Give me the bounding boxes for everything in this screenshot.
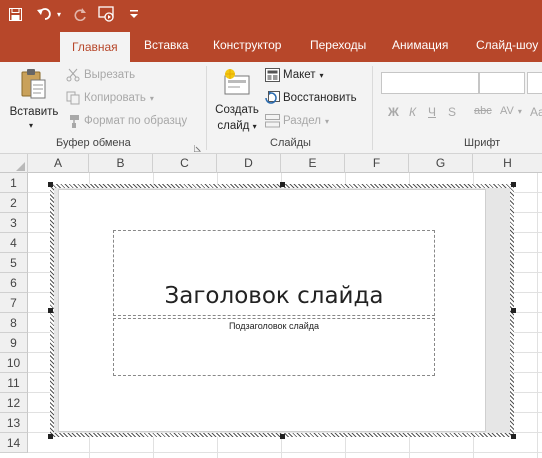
redo-icon[interactable]	[72, 4, 88, 24]
resize-handle[interactable]	[511, 434, 516, 439]
slide[interactable]: Заголовок слайда Подзаголовок слайда	[58, 189, 486, 432]
strikethrough-button[interactable]: abc	[474, 105, 492, 117]
layout-dropdown-icon[interactable]: ▾	[320, 71, 324, 80]
section-button[interactable]: Раздел ▾	[265, 114, 329, 128]
column-header-bar: A B C D E F G H	[0, 154, 542, 173]
column-header[interactable]: C	[153, 154, 217, 173]
row-header[interactable]: 2	[0, 193, 28, 213]
reset-label: Восстановить	[283, 92, 357, 104]
paste-dropdown-icon[interactable]: ▾	[29, 121, 33, 130]
copy-label: Копировать	[84, 92, 146, 104]
group-separator	[206, 66, 207, 150]
layout-button[interactable]: Макет ▾	[265, 68, 324, 82]
paste-button[interactable]: Вставить ▾	[8, 66, 58, 134]
ribbon-tabs: Главная Вставка Конструктор Переходы Ани…	[0, 28, 542, 62]
column-header[interactable]: H	[473, 154, 542, 173]
tab-transitions[interactable]: Переходы	[310, 28, 366, 62]
font-grow-button[interactable]	[527, 72, 542, 94]
layout-label: Макет	[283, 69, 316, 81]
row-header[interactable]: 6	[0, 273, 28, 293]
reset-icon	[265, 91, 280, 105]
scissors-icon	[66, 68, 80, 82]
save-icon[interactable]	[6, 4, 24, 24]
slide-subtitle: Подзаголовок слайда	[228, 321, 320, 331]
column-header[interactable]: G	[409, 154, 473, 173]
resize-handle[interactable]	[511, 308, 516, 313]
resize-handle[interactable]	[48, 434, 53, 439]
row-header[interactable]: 12	[0, 393, 28, 413]
cut-label: Вырезать	[84, 69, 136, 81]
layout-icon	[265, 68, 280, 82]
subtitle-placeholder[interactable]: Подзаголовок слайда	[113, 318, 435, 376]
italic-button[interactable]: К	[409, 105, 416, 119]
title-placeholder[interactable]: Заголовок слайда	[113, 230, 435, 316]
row-header[interactable]: 14	[0, 433, 28, 453]
font-group-label: Шрифт	[464, 137, 501, 149]
resize-handle[interactable]	[48, 182, 53, 187]
group-separator	[372, 66, 373, 150]
slideshow-from-start-icon[interactable]	[97, 4, 117, 24]
slide-title: Заголовок слайда	[164, 283, 384, 309]
row-header[interactable]: 13	[0, 413, 28, 433]
select-all-corner[interactable]	[0, 154, 28, 173]
char-spacing-button[interactable]: AV ▾	[500, 105, 522, 117]
section-label: Раздел	[283, 115, 322, 127]
cut-button[interactable]: Вырезать	[66, 68, 135, 82]
row-header[interactable]: 4	[0, 233, 28, 253]
format-painter-icon	[66, 114, 80, 128]
paste-label: Вставить	[9, 106, 59, 118]
resize-handle[interactable]	[511, 182, 516, 187]
row-header[interactable]: 5	[0, 253, 28, 273]
row-header[interactable]: 10	[0, 353, 28, 373]
section-icon	[265, 114, 280, 128]
new-slide-icon	[224, 69, 250, 95]
row-header[interactable]: 3	[0, 213, 28, 233]
tab-home[interactable]: Главная	[60, 32, 130, 62]
font-size-combobox[interactable]	[479, 72, 525, 94]
clipboard-launcher-icon[interactable]	[193, 141, 201, 153]
ribbon: Вставить ▾ Вырезать Копировать ▾ Формат …	[0, 62, 542, 154]
tab-slideshow[interactable]: Слайд-шоу	[476, 28, 538, 62]
format-painter-button[interactable]: Формат по образцу	[66, 114, 187, 128]
row-header[interactable]: 7	[0, 293, 28, 313]
underline-button[interactable]: Ч	[428, 105, 436, 119]
quick-access-toolbar: ▾	[0, 0, 542, 28]
bold-button[interactable]: Ж	[388, 105, 399, 119]
tab-design[interactable]: Конструктор	[213, 28, 281, 62]
column-header[interactable]: E	[281, 154, 345, 173]
column-header[interactable]: D	[217, 154, 281, 173]
column-header[interactable]: A	[28, 154, 89, 173]
row-header[interactable]: 8	[0, 313, 28, 333]
resize-handle[interactable]	[280, 182, 285, 187]
new-slide-label-line2: слайд ▾	[217, 120, 257, 132]
row-header[interactable]: 1	[0, 173, 28, 193]
new-slide-button[interactable]: Создать слайд ▾	[212, 66, 262, 136]
clipboard-group-label: Буфер обмена	[56, 137, 131, 149]
copy-button[interactable]: Копировать ▾	[66, 91, 154, 105]
row-header[interactable]: 9	[0, 333, 28, 353]
format-painter-label: Формат по образцу	[84, 115, 188, 127]
new-slide-label-line1: Создать	[215, 104, 259, 116]
slides-group-label: Слайды	[270, 137, 311, 149]
column-header[interactable]: F	[345, 154, 409, 173]
font-name-combobox[interactable]	[381, 72, 479, 94]
customize-qat-icon[interactable]	[128, 4, 140, 24]
resize-handle[interactable]	[280, 434, 285, 439]
resize-handle[interactable]	[48, 308, 53, 313]
change-case-button[interactable]: Aa	[530, 105, 542, 119]
undo-dropdown-icon[interactable]: ▾	[55, 4, 63, 24]
reset-button[interactable]: Восстановить	[265, 91, 357, 105]
tab-insert[interactable]: Вставка	[144, 28, 189, 62]
section-dropdown-icon[interactable]: ▾	[325, 117, 329, 126]
copy-dropdown-icon[interactable]: ▾	[150, 94, 154, 103]
shadow-button[interactable]: S	[448, 105, 456, 119]
copy-icon	[66, 91, 80, 105]
row-header[interactable]: 11	[0, 373, 28, 393]
column-header[interactable]: B	[89, 154, 153, 173]
undo-icon[interactable]	[34, 4, 56, 24]
tab-animations[interactable]: Анимация	[392, 28, 448, 62]
paste-icon	[21, 69, 46, 99]
